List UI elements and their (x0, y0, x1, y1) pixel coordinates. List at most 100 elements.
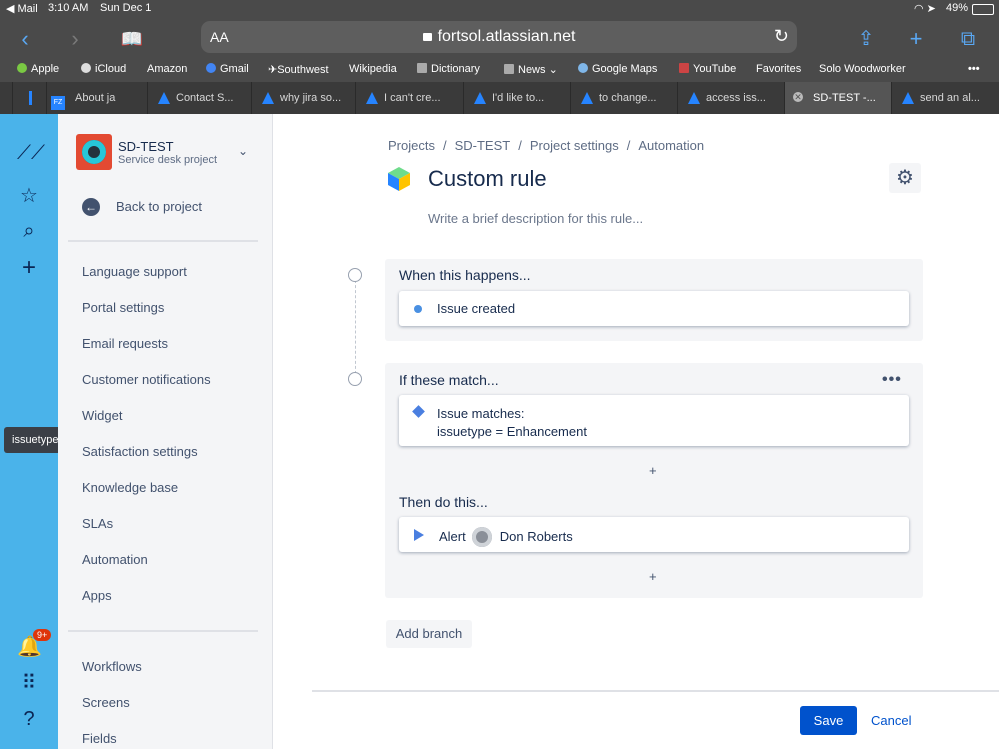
bookmark[interactable]: YouTube (679, 63, 736, 75)
breadcrumb: Projects / SD-TEST / Project settings / Automa… (388, 138, 705, 153)
tab-icon: FZ (51, 96, 65, 110)
app-switcher-icon[interactable]: ⠿ (17, 671, 41, 695)
sidebar-item[interactable]: Language support (82, 264, 187, 279)
tab[interactable]: to change... (570, 82, 677, 114)
tab-bar: FZ About ja Contact S... why jira so... I… (0, 82, 999, 114)
condition-card[interactable]: Issue matches: issuetype = Enhancement (399, 395, 909, 446)
tab[interactable]: Contact S... (147, 82, 251, 114)
forward-icon[interactable]: › (62, 26, 88, 52)
sidebar-item[interactable]: SLAs (82, 516, 113, 531)
save-button[interactable]: Save (800, 706, 857, 735)
project-avatar[interactable] (76, 134, 112, 170)
bookmark[interactable]: Gmail (206, 63, 249, 75)
browser-toolbar: ‹ › 📖 AA fortsol.atlassian.net ↻ ⇪ + ⧉ (0, 18, 999, 60)
timeline-node (348, 268, 362, 282)
breadcrumb-item[interactable]: Automation (638, 138, 704, 153)
search-icon[interactable]: ⌕ (17, 219, 41, 243)
bookmark[interactable]: Dictionary (417, 63, 480, 75)
battery-level: 49% (946, 2, 969, 14)
back-icon[interactable]: ‹ (12, 26, 38, 52)
close-tab-icon[interactable]: ✕ (793, 92, 803, 102)
trigger-icon (414, 305, 422, 313)
new-tab-icon[interactable]: + (903, 26, 929, 52)
back-to-project-link[interactable]: ← Back to project (82, 198, 202, 216)
action-card[interactable]: Alert Don Roberts (399, 517, 909, 552)
trigger-card[interactable]: Issue created (399, 291, 909, 326)
tab[interactable]: FZ About ja (46, 82, 147, 114)
sidebar-item[interactable]: Portal settings (82, 300, 164, 315)
clock: 3:10 AM (48, 2, 89, 14)
breadcrumb-item[interactable]: SD-TEST (455, 138, 511, 153)
sidebar-item[interactable]: Customer notifications (82, 372, 211, 387)
create-icon[interactable]: + (17, 256, 41, 280)
breadcrumb-item[interactable]: Projects (388, 138, 435, 153)
divider (68, 240, 258, 242)
bookmark[interactable]: News ⌄ (504, 63, 558, 76)
sidebar-item-automation[interactable]: Automation (82, 552, 148, 567)
url-text: fortsol.atlassian.net (437, 28, 576, 45)
bookmark[interactable]: Wikipedia (349, 63, 397, 75)
bookmark[interactable]: ✈Southwest (268, 63, 329, 76)
tab[interactable]: I can't cre... (355, 82, 463, 114)
add-component-button[interactable]: + (649, 463, 657, 478)
address-bar[interactable]: AA fortsol.atlassian.net ↻ (201, 21, 797, 53)
bookmark[interactable]: Solo Woodworker (819, 63, 906, 75)
tab-active[interactable]: ✕ SD-TEST -... (784, 82, 891, 114)
trigger-heading: When this happens... (399, 267, 531, 283)
action-content: Alert Don Roberts (439, 527, 573, 547)
chevron-down-icon[interactable]: ⌄ (238, 144, 248, 158)
battery-icon (972, 4, 994, 15)
help-icon[interactable]: ? (17, 707, 41, 731)
more-actions-icon[interactable]: ••• (882, 371, 902, 389)
bookmark[interactable]: Apple (17, 63, 59, 75)
tab[interactable]: access iss... (677, 82, 784, 114)
tab[interactable]: I'd like to... (463, 82, 570, 114)
add-branch-button[interactable]: Add branch (386, 620, 472, 648)
sidebar-item[interactable]: Widget (82, 408, 122, 423)
page-title[interactable]: Custom rule (428, 166, 547, 192)
add-component-button[interactable]: + (649, 569, 657, 584)
more-bookmarks-icon[interactable]: ••• (968, 63, 980, 75)
sidebar-item[interactable]: Satisfaction settings (82, 444, 198, 459)
jira-logo-icon[interactable]: ⟋⟋ (17, 141, 45, 165)
project-name[interactable]: SD-TEST (118, 139, 174, 154)
lock-icon (422, 33, 432, 41)
action-heading: Then do this... (399, 494, 488, 510)
sidebar-item[interactable]: Email requests (82, 336, 168, 351)
tabs-overview-icon[interactable]: ⧉ (955, 26, 981, 52)
condition-heading: If these match... (399, 372, 499, 388)
breadcrumb-item[interactable]: Project settings (530, 138, 619, 153)
bookmark[interactable]: Favorites (756, 63, 801, 75)
description-field[interactable]: Write a brief description for this rule.… (428, 211, 643, 226)
sidebar-item[interactable]: Workflows (82, 659, 142, 674)
notification-badge: 9+ (33, 629, 52, 641)
trigger-panel: When this happens... Issue created (385, 259, 923, 341)
tab[interactable] (12, 82, 46, 114)
back-to-app[interactable]: ◀ Mail (6, 2, 38, 15)
sidebar-item[interactable]: Knowledge base (82, 480, 178, 495)
branch-panel: If these match... ••• Issue matches: iss… (385, 363, 923, 598)
divider (68, 630, 258, 632)
bookmark[interactable]: Amazon (147, 63, 187, 75)
share-icon[interactable]: ⇪ (853, 26, 879, 52)
tab-icon (29, 91, 32, 105)
action-icon (414, 529, 424, 541)
cancel-button[interactable]: Cancel (871, 713, 911, 728)
action-user: Don Roberts (499, 529, 573, 544)
sidebar-item[interactable]: Fields (82, 731, 117, 746)
star-icon[interactable]: ☆ (17, 184, 41, 208)
reload-icon[interactable]: ↻ (774, 26, 789, 47)
tab[interactable]: why jira so... (251, 82, 355, 114)
sidebar-item[interactable]: Screens (82, 695, 130, 710)
condition-jql: issuetype = Enhancement (437, 424, 587, 439)
gear-icon[interactable]: ⚙ (889, 163, 921, 193)
bookmark[interactable]: iCloud (81, 63, 126, 75)
bookmark[interactable]: Google Maps (578, 63, 657, 75)
tab[interactable]: send an al... (891, 82, 999, 114)
condition-icon (412, 405, 425, 418)
status-bar: ◀ Mail 3:10 AM Sun Dec 1 ◠ ➤ 49% (0, 0, 999, 18)
action-label: Alert (439, 529, 466, 544)
atlassian-icon (581, 92, 593, 104)
bookmarks-icon[interactable]: 📖 (119, 26, 145, 52)
sidebar-item[interactable]: Apps (82, 588, 112, 603)
